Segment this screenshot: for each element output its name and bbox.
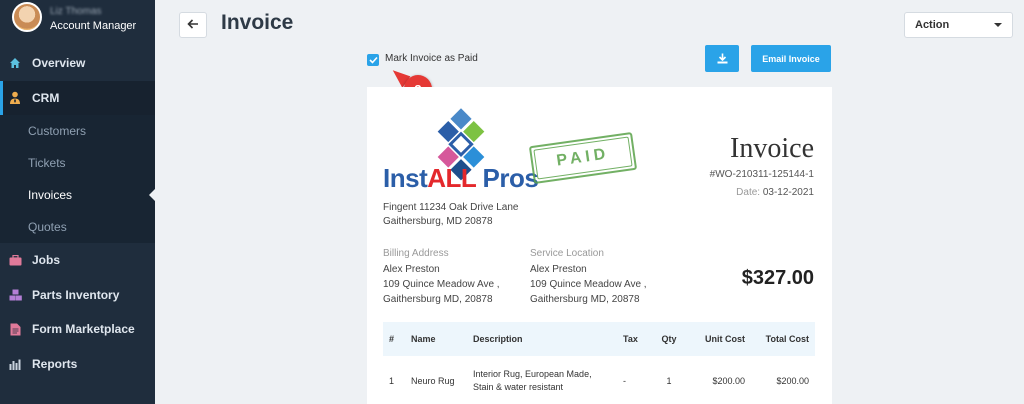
col-header-description: Description [473, 334, 523, 344]
col-header-qty: Qty [661, 334, 677, 344]
col-header-name: Name [411, 334, 436, 344]
profile-name: Liz Thomas [50, 6, 102, 17]
invoice-card: InstALL Pros PAID Fingent 11234 Oak Driv… [367, 87, 832, 404]
cell-tax: - [623, 376, 626, 386]
user-tie-icon [8, 91, 22, 105]
table-header-row: # Name Description Tax Qty Unit Cost Tot… [383, 322, 815, 356]
line-items-table: # Name Description Tax Qty Unit Cost Tot… [383, 322, 815, 404]
sidebar-item-label: Reports [32, 357, 78, 371]
service-location: Service Location Alex Preston 109 Quince… [530, 248, 647, 305]
download-icon [717, 53, 727, 64]
sidebar-item-form-marketplace[interactable]: Form Marketplace [0, 312, 155, 346]
boxes-icon [8, 288, 22, 302]
sidebar-item-label: CRM [32, 91, 60, 105]
profile-role: Account Manager [50, 20, 137, 32]
check-icon [368, 56, 378, 64]
col-header-total-cost: Total Cost [765, 334, 809, 344]
home-icon [8, 56, 22, 70]
billing-address: Billing Address Alex Preston 109 Quince … [383, 248, 500, 305]
sidebar-item-label: Overview [32, 56, 86, 70]
sidebar-subitem-quotes[interactable]: Quotes [0, 211, 155, 243]
download-button[interactable] [705, 45, 739, 72]
table-row: 1 Neuro Rug Interior Rug, European Made,… [383, 356, 815, 404]
invoice-date: Date: 03-12-2021 [736, 187, 814, 198]
avatar [12, 2, 42, 32]
company-address: Fingent 11234 Oak Drive Lane Gaithersbur… [383, 202, 519, 227]
sidebar-item-jobs[interactable]: Jobs [0, 243, 155, 277]
bar-chart-icon [8, 357, 22, 371]
sidebar-item-label: Jobs [32, 253, 61, 267]
action-dropdown-label: Action [915, 19, 950, 31]
caret-down-icon [994, 23, 1002, 27]
sidebar-item-overview[interactable]: Overview [0, 46, 155, 80]
back-button[interactable] [179, 12, 207, 38]
cell-unit-cost: $200.00 [712, 376, 745, 386]
page-title: Invoice [221, 11, 294, 34]
profile[interactable]: Liz Thomas Account Manager [0, 0, 155, 46]
cell-number: 1 [389, 376, 395, 386]
sidebar-subitem-customers[interactable]: Customers [0, 115, 155, 147]
sidebar-subitem-invoices[interactable]: Invoices [0, 179, 155, 211]
email-invoice-button[interactable]: Email Invoice [751, 45, 831, 72]
invoice-number: #WO-210311-125144-1 [709, 169, 814, 180]
document-icon [8, 322, 22, 336]
logo-wordmark: InstALL Pros [383, 163, 539, 193]
sidebar-item-crm[interactable]: CRM [0, 81, 155, 115]
mark-paid-label[interactable]: Mark Invoice as Paid [385, 53, 478, 64]
paid-stamp: PAID [528, 131, 638, 185]
sidebar-subitem-tickets[interactable]: Tickets [0, 147, 155, 179]
cell-name: Neuro Rug [411, 376, 455, 386]
cell-total-cost: $200.00 [776, 376, 809, 386]
invoice-heading: Invoice [730, 133, 814, 164]
sidebar-item-label: Form Marketplace [32, 322, 135, 336]
sidebar: Liz Thomas Account Manager Overview CRM … [0, 0, 155, 404]
action-dropdown[interactable]: Action [904, 12, 1013, 38]
cell-description: Interior Rug, European Made, Stain & wat… [473, 369, 592, 392]
col-header-number: # [389, 334, 395, 344]
sidebar-item-reports[interactable]: Reports [0, 347, 155, 381]
sidebar-item-parts-inventory[interactable]: Parts Inventory [0, 278, 155, 312]
briefcase-icon [8, 253, 22, 267]
mark-paid-checkbox[interactable] [367, 54, 379, 66]
col-header-tax: Tax [623, 334, 638, 344]
arrow-left-icon [187, 16, 199, 34]
invoice-total: $327.00 [741, 267, 814, 289]
col-header-unit-cost: Unit Cost [705, 334, 745, 344]
sidebar-item-label: Parts Inventory [32, 288, 120, 302]
cell-qty: 1 [666, 376, 672, 386]
